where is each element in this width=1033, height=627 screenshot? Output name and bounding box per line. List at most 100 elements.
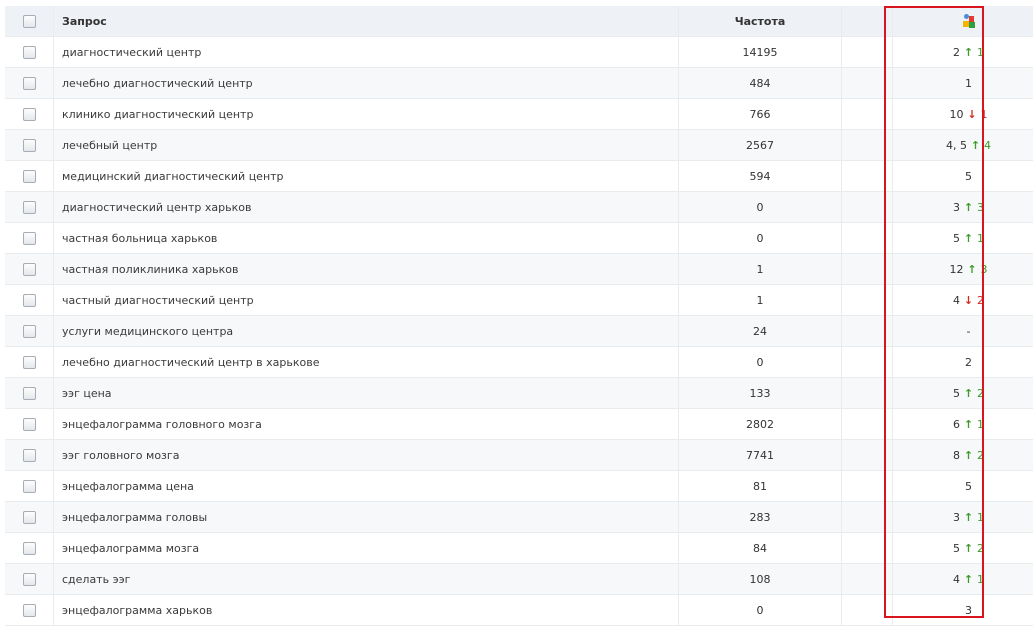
row-check-cell	[5, 36, 54, 68]
empty-cell	[841, 160, 893, 192]
position-change: 1	[976, 45, 984, 59]
empty-cell	[841, 315, 893, 347]
google-position-cell: 12 ↑ 3	[892, 253, 1033, 285]
empty-cell	[841, 36, 893, 68]
row-checkbox[interactable]	[22, 45, 36, 59]
position-value: 3	[953, 510, 961, 524]
table-row: энцефалограмма мозга 84 5 ↑ 2	[5, 532, 1033, 564]
row-checkbox[interactable]	[22, 510, 36, 524]
google-position-cell: 5 ↑ 2	[892, 377, 1033, 409]
row-checkbox[interactable]	[22, 76, 36, 90]
query-cell: частная больница харьков	[53, 222, 679, 254]
google-position-cell: 5 ↑ 1	[892, 222, 1033, 254]
row-checkbox[interactable]	[22, 324, 36, 338]
row-checkbox[interactable]	[22, 293, 36, 307]
row-checkbox[interactable]	[22, 262, 36, 276]
google-position-cell: 8 ↑ 2	[892, 439, 1033, 471]
row-checkbox[interactable]	[22, 107, 36, 121]
row-checkbox[interactable]	[22, 572, 36, 586]
google-position-cell: 10 ↓ 1	[892, 98, 1033, 130]
frequency-cell: 24	[678, 315, 842, 347]
query-cell: клинико диагностический центр	[53, 98, 679, 130]
frequency-cell: 0	[678, 346, 842, 378]
row-check-cell	[5, 160, 54, 192]
arrow-down-icon: ↓	[960, 293, 977, 307]
position-change: 1	[980, 107, 988, 121]
row-checkbox[interactable]	[22, 417, 36, 431]
frequency-cell: 1	[678, 284, 842, 316]
row-check-cell	[5, 98, 54, 130]
google-position-cell: 5	[892, 470, 1033, 502]
empty-cell	[841, 563, 893, 595]
query-cell: энцефалограмма головы	[53, 501, 679, 533]
query-cell: энцефалограмма цена	[53, 470, 679, 502]
empty-cell	[841, 532, 893, 564]
position-value: 8	[953, 448, 961, 462]
frequency-cell: 81	[678, 470, 842, 502]
empty-cell	[841, 253, 893, 285]
row-checkbox[interactable]	[22, 386, 36, 400]
query-cell: энцефалограмма харьков	[53, 594, 679, 626]
table-row: сделать ээг 108 4 ↑ 1	[5, 563, 1033, 595]
position-value: 5	[965, 169, 972, 183]
empty-cell	[841, 346, 893, 378]
row-checkbox[interactable]	[22, 169, 36, 183]
query-cell: сделать ээг	[53, 563, 679, 595]
row-check-cell	[5, 439, 54, 471]
position-value: 10	[949, 107, 964, 121]
row-check-cell	[5, 532, 54, 564]
row-check-cell	[5, 563, 54, 595]
query-cell: частная поликлиника харьков	[53, 253, 679, 285]
row-checkbox[interactable]	[22, 355, 36, 369]
google-position-cell: -	[892, 315, 1033, 347]
empty-cell	[841, 284, 893, 316]
row-checkbox[interactable]	[22, 448, 36, 462]
arrow-up-icon: ↑	[960, 448, 977, 462]
row-checkbox[interactable]	[22, 603, 36, 617]
google-position-cell: 3 ↑ 1	[892, 501, 1033, 533]
select-all-checkbox[interactable]	[22, 14, 36, 28]
table-row: услуги медицинского центра 24 -	[5, 315, 1033, 347]
query-cell: энцефалограмма мозга	[53, 532, 679, 564]
position-value: 5	[953, 386, 961, 400]
position-value: 3	[965, 603, 972, 617]
row-checkbox[interactable]	[22, 138, 36, 152]
query-cell: медицинский диагностический центр	[53, 160, 679, 192]
arrow-up-icon: ↑	[960, 417, 977, 431]
frequency-cell: 0	[678, 222, 842, 254]
table-row: энцефалограмма головного мозга 2802 6 ↑ 1	[5, 408, 1033, 440]
position-change: 1	[976, 417, 984, 431]
row-checkbox[interactable]	[22, 479, 36, 493]
position-change: 1	[976, 572, 984, 586]
position-value: 2	[953, 45, 961, 59]
table-row: частная поликлиника харьков 1 12 ↑ 3	[5, 253, 1033, 285]
row-check-cell	[5, 408, 54, 440]
position-value: 4	[953, 572, 961, 586]
frequency-cell: 133	[678, 377, 842, 409]
table-row: частная больница харьков 0 5 ↑ 1	[5, 222, 1033, 254]
empty-cell	[841, 408, 893, 440]
google-position-column-header[interactable]	[892, 6, 1033, 37]
position-value: 1	[965, 76, 972, 90]
arrow-up-icon: ↑	[960, 231, 977, 245]
position-change: 2	[976, 541, 984, 555]
frequency-cell: 14195	[678, 36, 842, 68]
frequency-column-header[interactable]: Частота	[678, 6, 842, 37]
row-checkbox[interactable]	[22, 541, 36, 555]
row-checkbox[interactable]	[22, 200, 36, 214]
position-value: -	[966, 324, 971, 338]
table-row: лечебно диагностический центр в харькове…	[5, 346, 1033, 378]
row-checkbox[interactable]	[22, 231, 36, 245]
arrow-up-icon: ↑	[967, 138, 984, 152]
row-check-cell	[5, 129, 54, 161]
query-cell: лечебный центр	[53, 129, 679, 161]
google-position-cell: 2	[892, 346, 1033, 378]
position-value: 5	[953, 541, 961, 555]
frequency-cell: 283	[678, 501, 842, 533]
select-all-cell	[5, 6, 54, 37]
query-column-header[interactable]: Запрос	[53, 6, 679, 37]
frequency-cell: 766	[678, 98, 842, 130]
query-cell: диагностический центр харьков	[53, 191, 679, 223]
arrow-up-icon: ↑	[960, 386, 977, 400]
table-row: лечебно диагностический центр 484 1	[5, 67, 1033, 99]
